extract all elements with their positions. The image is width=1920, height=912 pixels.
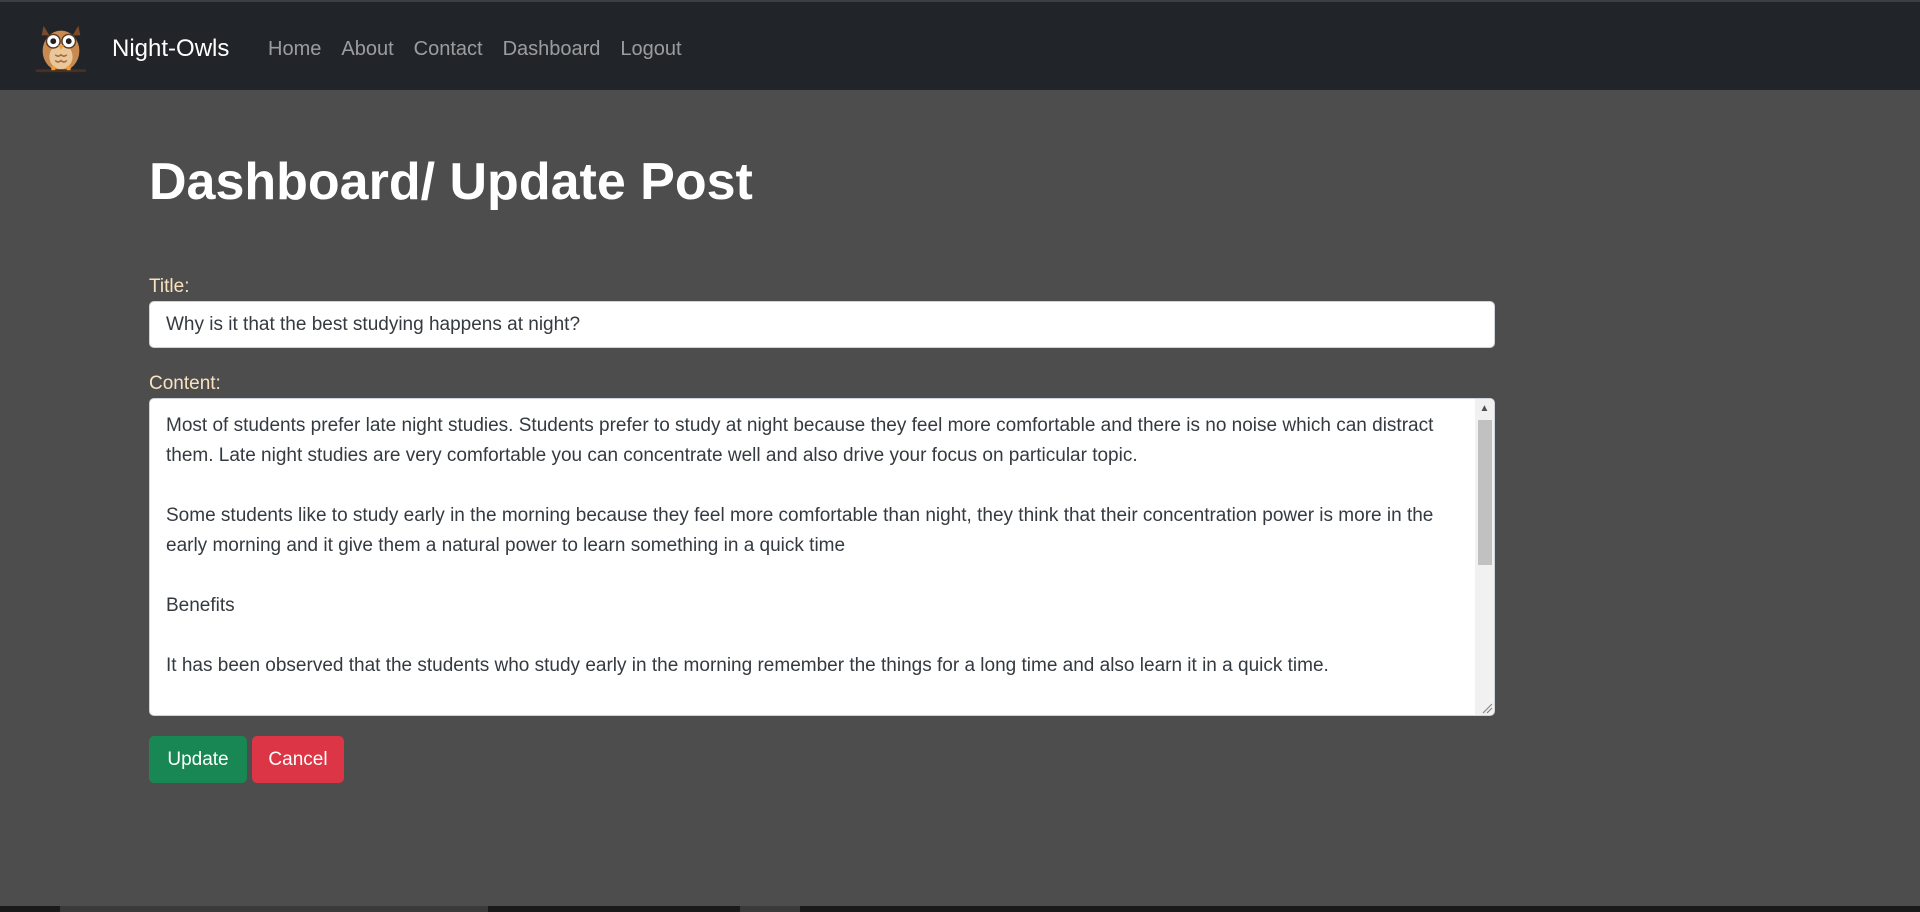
nav-link-home[interactable]: Home (268, 37, 321, 61)
nav-links: Home About Contact Dashboard Logout (268, 37, 702, 61)
title-input[interactable] (149, 301, 1495, 348)
content-paragraph: It has been observed that the students w… (166, 655, 1329, 676)
bottom-bar-segment (60, 906, 488, 912)
content-text: Most of students prefer late night studi… (166, 411, 1466, 711)
content-paragraph: Benefits (166, 595, 235, 616)
content-label: Content: (149, 373, 221, 394)
owl-icon[interactable] (32, 18, 90, 76)
content-scrollbar[interactable]: ▲ ▼ (1475, 399, 1494, 715)
content-paragraph: Some students like to study early in the… (166, 505, 1434, 556)
content-textarea[interactable]: Most of students prefer late night studi… (149, 398, 1495, 716)
update-button[interactable]: Update (149, 736, 247, 783)
nav-link-about[interactable]: About (341, 37, 393, 61)
scroll-up-arrow-icon[interactable]: ▲ (1475, 399, 1494, 418)
cancel-button[interactable]: Cancel (252, 736, 344, 783)
navbar: Night-Owls Home About Contact Dashboard … (0, 0, 1920, 90)
bottom-bar-segment (740, 906, 800, 912)
nav-link-dashboard[interactable]: Dashboard (503, 37, 601, 61)
nav-link-contact[interactable]: Contact (414, 37, 483, 61)
content-paragraph: Most of students prefer late night studi… (166, 415, 1434, 466)
brand-link[interactable]: Night-Owls (112, 35, 229, 63)
title-label: Title: (149, 276, 190, 297)
resize-handle-icon[interactable] (1475, 696, 1494, 715)
scroll-thumb[interactable] (1478, 420, 1492, 565)
page-title: Dashboard/ Update Post (149, 153, 753, 211)
nav-link-logout[interactable]: Logout (620, 37, 681, 61)
